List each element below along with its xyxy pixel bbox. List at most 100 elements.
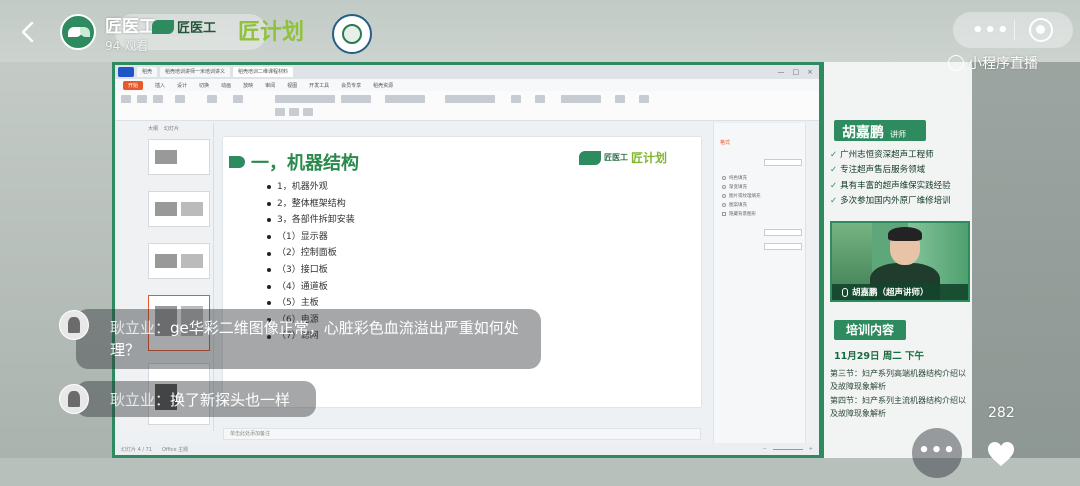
emblem-center	[342, 24, 362, 44]
wps-logo-icon	[118, 67, 134, 77]
credential-text: 多次参加国内外原厂维修培训	[840, 195, 951, 206]
credential-text: 具有丰富的超声维保实践经验	[840, 180, 951, 191]
wps-tab[interactable]: 稻壳培训讲师一米培训讲义	[160, 67, 231, 77]
menu-insert[interactable]: 插入	[155, 82, 165, 89]
check-icon: ✓	[830, 180, 838, 191]
radio-icon	[722, 176, 726, 180]
menu-slideshow[interactable]: 放映	[243, 82, 253, 89]
host-avatar[interactable]	[60, 14, 96, 50]
menu-design[interactable]: 设计	[177, 82, 187, 89]
tab-slides[interactable]: 幻灯片	[164, 125, 179, 132]
bullet-item: （3）接口板	[267, 262, 355, 279]
credential-text: 专注超声售后服务领域	[840, 165, 926, 176]
fill-option[interactable]: 图片或纹理填充	[722, 193, 761, 199]
select-icon[interactable]	[639, 95, 649, 103]
notes-field[interactable]: 单击此处添加备注	[223, 428, 701, 440]
maximize-icon[interactable]: □	[793, 68, 800, 76]
fill-option[interactable]: 纯色填充	[722, 175, 747, 181]
find-icon[interactable]	[615, 95, 625, 103]
fill-select[interactable]	[764, 159, 802, 166]
slide-counter: 幻灯片 4 / 71	[121, 446, 152, 453]
new-slide-icon[interactable]	[175, 95, 185, 103]
section-icon[interactable]	[233, 95, 243, 103]
close-icon[interactable]	[1029, 18, 1053, 42]
radio-icon	[722, 203, 726, 207]
zoom-in-icon[interactable]: +	[809, 446, 813, 452]
credential-item: ✓ 广州志恒资深超声工程师	[830, 148, 951, 163]
avatar-figure	[68, 391, 80, 407]
tab-outline[interactable]: 大纲	[148, 125, 158, 132]
fill-option[interactable]: 图案填充	[722, 202, 747, 208]
menu-member[interactable]: 会员专享	[341, 82, 361, 89]
chat-avatar[interactable]	[59, 384, 89, 414]
slide-logo-plan: 匠计划	[631, 151, 668, 165]
zoom-control[interactable]: − +	[763, 446, 813, 452]
font-select[interactable]	[275, 95, 335, 103]
more-actions-button[interactable]: •••	[912, 428, 962, 478]
option-label: 纯色填充	[729, 176, 747, 181]
zoom-out-icon[interactable]: −	[763, 446, 767, 452]
color-select[interactable]	[764, 229, 802, 236]
check-icon: ✓	[830, 165, 838, 176]
minimize-icon[interactable]: —	[778, 68, 785, 76]
italic-icon[interactable]	[289, 108, 299, 116]
paste-icon[interactable]	[121, 95, 131, 103]
check-icon: ✓	[830, 150, 838, 160]
bullet-item: 1，机器外观	[267, 179, 355, 196]
close-window-icon[interactable]: ×	[807, 68, 813, 76]
avatar-figure	[68, 317, 80, 333]
heart-icon[interactable]	[986, 440, 1016, 468]
credential-item: ✓ 具有丰富的超声维保实践经验	[830, 179, 951, 194]
lecturer-info-panel: 胡嘉鹏 讲师 ✓ 广州志恒资深超声工程师 ✓ 专注超声售后服务领域 ✓ 具有丰富的超声…	[822, 62, 972, 458]
shape-icon[interactable]	[511, 95, 521, 103]
wps-tab-active[interactable]: 稻壳培训二维课程材料	[233, 67, 294, 77]
fill-option[interactable]: 渐变填充	[722, 184, 747, 190]
menu-resources[interactable]: 稻壳资源	[373, 82, 393, 89]
underline-icon[interactable]	[303, 108, 313, 116]
fill-option[interactable]: 隐藏背景图形	[722, 211, 756, 217]
banner-plan-logo: 匠计划	[238, 19, 305, 45]
slide-thumbnail[interactable]	[148, 139, 210, 175]
slide-thumbnail[interactable]	[148, 243, 210, 279]
chat-avatar[interactable]	[59, 310, 89, 340]
thumb-tabs: 大纲 幻灯片	[148, 125, 179, 132]
layout-icon[interactable]	[207, 95, 217, 103]
training-section: 第三节：妇产系列高端机器结构介绍以及故障现象解析	[830, 369, 966, 391]
style-tools[interactable]	[561, 95, 601, 103]
zoom-slider[interactable]	[772, 448, 803, 450]
arrange-icon[interactable]	[535, 95, 545, 103]
like-count: 282	[988, 405, 1015, 421]
transparency-slider[interactable]	[764, 243, 802, 250]
bullet-item: （2）控制面板	[267, 245, 355, 262]
status-bar: 幻灯片 4 / 71 Office 主题 − +	[115, 443, 819, 455]
wps-tab[interactable]: 稻壳	[137, 67, 158, 77]
paragraph-tools[interactable]	[385, 95, 425, 103]
bold-icon[interactable]	[275, 108, 285, 116]
font-size-select[interactable]	[341, 95, 371, 103]
lecturer-title: 讲师	[890, 130, 906, 139]
vertical-scrollbar[interactable]	[805, 123, 811, 443]
chat-username: 耿立业：	[110, 319, 171, 337]
menu-review[interactable]: 审阅	[265, 82, 275, 89]
menu-animation[interactable]: 动画	[221, 82, 231, 89]
bullet-item: （4）通道板	[267, 279, 355, 296]
cut-icon[interactable]	[137, 95, 147, 103]
menu-transition[interactable]: 切换	[199, 82, 209, 89]
more-icon[interactable]: •••	[972, 20, 1010, 41]
menu-view[interactable]: 视图	[287, 82, 297, 89]
chat-username: 耿立业：	[110, 391, 171, 409]
menu-developer[interactable]: 开发工具	[309, 82, 329, 89]
slide-thumbnail[interactable]	[148, 191, 210, 227]
credential-item: ✓ 专注超声售后服务领域	[830, 163, 951, 178]
credential-list: ✓ 广州志恒资深超声工程师 ✓ 专注超声售后服务领域 ✓ 具有丰富的超声维保实践经验 …	[830, 148, 951, 209]
slide-heading: 一，机器结构	[229, 149, 359, 175]
copy-icon[interactable]	[153, 95, 163, 103]
back-icon[interactable]	[18, 20, 38, 44]
mini-program-label: 小程序直播	[968, 56, 1038, 72]
mini-program-live-link[interactable]: 小程序直播	[948, 53, 1038, 73]
option-label: 图案填充	[729, 203, 747, 208]
lecturer-camera-feed: 胡嘉鹏（超声讲师）	[830, 221, 970, 302]
microphone-icon	[842, 287, 848, 297]
menu-start[interactable]: 开始	[123, 80, 144, 90]
text-box-tools[interactable]	[445, 95, 495, 103]
